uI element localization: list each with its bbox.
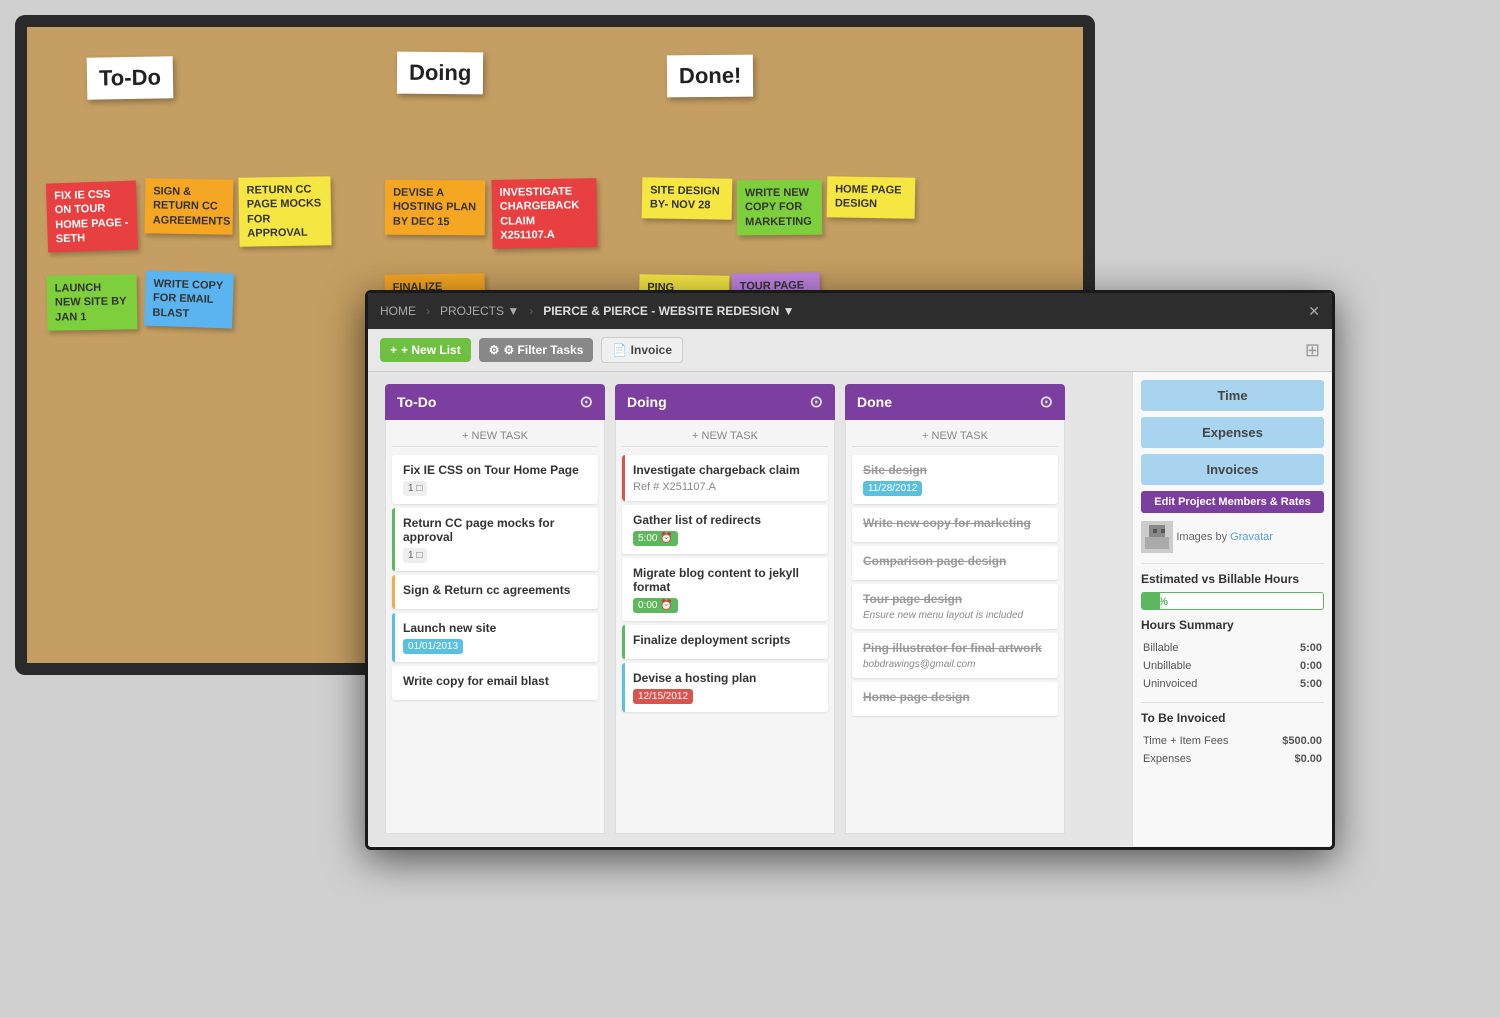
invoices-button[interactable]: Invoices bbox=[1141, 454, 1324, 485]
col-body-doing: + NEW TASK Investigate chargeback claim … bbox=[615, 420, 835, 834]
invoice-title: To Be Invoiced bbox=[1141, 711, 1324, 725]
new-task-todo[interactable]: + NEW TASK bbox=[392, 426, 598, 447]
kanban-col-todo: To-Do ⊙ + NEW TASK Fix IE CSS on Tour Ho… bbox=[385, 384, 605, 834]
nav-home[interactable]: HOME bbox=[380, 304, 416, 318]
estimated-label: Estimated vs Billable Hours bbox=[1141, 572, 1324, 586]
task-card[interactable]: Write new copy for marketing bbox=[852, 508, 1058, 542]
task-card[interactable]: Devise a hosting plan 12/15/2012 bbox=[622, 663, 828, 712]
count-badge: 1 □ bbox=[403, 548, 427, 563]
table-row: Billable 5:00 bbox=[1143, 640, 1322, 656]
invoice-icon: 📄 bbox=[612, 343, 627, 357]
gravatar-link[interactable]: Gravatar bbox=[1230, 531, 1273, 543]
date-badge: 11/28/2012 bbox=[863, 481, 922, 496]
task-card[interactable]: Site design 11/28/2012 bbox=[852, 455, 1058, 504]
col-body-todo: + NEW TASK Fix IE CSS on Tour Home Page … bbox=[385, 420, 605, 834]
time-badge: 5:00 ⏰ bbox=[633, 531, 678, 546]
avatar bbox=[1141, 521, 1173, 553]
kanban-area: To-Do ⊙ + NEW TASK Fix IE CSS on Tour Ho… bbox=[368, 372, 1132, 846]
nav-projects[interactable]: PROJECTS ▼ bbox=[440, 304, 519, 318]
col-menu-todo[interactable]: ⊙ bbox=[580, 392, 593, 412]
task-card[interactable]: Tour page design Ensure new menu layout … bbox=[852, 584, 1058, 629]
grid-view-icon[interactable]: ⊞ bbox=[1305, 340, 1320, 361]
app-toolbar: + + New List ⚙ ⚙ Filter Tasks 📄 Invoice … bbox=[368, 329, 1332, 372]
progress-label: 10% bbox=[1146, 593, 1168, 610]
col-title-doing: Doing bbox=[627, 394, 667, 410]
right-sidebar: Time Expenses Invoices Edit Project Memb… bbox=[1132, 372, 1332, 846]
time-button[interactable]: Time bbox=[1141, 380, 1324, 411]
col-menu-done[interactable]: ⊙ bbox=[1040, 392, 1053, 412]
edit-members-button[interactable]: Edit Project Members & Rates bbox=[1141, 491, 1324, 513]
plus-icon: + bbox=[390, 343, 397, 357]
date-badge: 12/15/2012 bbox=[633, 689, 693, 704]
task-card[interactable]: Gather list of redirects 5:00 ⏰ bbox=[622, 505, 828, 554]
col-header-done: Done ⊙ bbox=[845, 384, 1065, 420]
task-card[interactable]: Investigate chargeback claim Ref # X2511… bbox=[622, 455, 828, 501]
hours-table: Billable 5:00 Unbillable 0:00 Uninvoiced… bbox=[1141, 638, 1324, 694]
sticky-note: Devise A Hosting Plan By Dec 15 bbox=[385, 180, 485, 236]
table-row: Expenses $0.00 bbox=[1143, 751, 1322, 767]
col-body-done: + NEW TASK Site design 11/28/2012 Write … bbox=[845, 420, 1065, 834]
invoice-button[interactable]: 📄 Invoice bbox=[601, 337, 683, 363]
col-header-doing: Doing ⊙ bbox=[615, 384, 835, 420]
corkboard-doing-label: Doing bbox=[397, 52, 484, 95]
avatar-section: Images by Gravatar bbox=[1141, 521, 1324, 553]
sticky-note: Home Page Design bbox=[827, 176, 916, 218]
gravatar-text: Images by bbox=[1176, 531, 1230, 543]
table-row: Unbillable 0:00 bbox=[1143, 658, 1322, 674]
task-card[interactable]: Launch new site 01/01/2013 bbox=[392, 613, 598, 662]
task-card[interactable]: Write copy for email blast bbox=[392, 666, 598, 700]
table-row: Uninvoiced 5:00 bbox=[1143, 676, 1322, 692]
sticky-note: Write New Copy For Marketing bbox=[737, 180, 822, 236]
app-nav: HOME › PROJECTS ▼ › PIERCE & PIERCE - WE… bbox=[368, 293, 1332, 329]
corkboard-done-label: Done! bbox=[667, 55, 754, 98]
invoice-section: To Be Invoiced Time + Item Fees $500.00 … bbox=[1141, 702, 1324, 769]
kanban-col-doing: Doing ⊙ + NEW TASK Investigate chargebac… bbox=[615, 384, 835, 834]
task-card[interactable]: Sign & Return cc agreements bbox=[392, 575, 598, 609]
new-task-doing[interactable]: + NEW TASK bbox=[622, 426, 828, 447]
kanban-col-done: Done ⊙ + NEW TASK Site design 11/28/2012… bbox=[845, 384, 1065, 834]
task-card[interactable]: Return CC page mocks for approval 1 □ bbox=[392, 508, 598, 571]
invoice-table: Time + Item Fees $500.00 Expenses $0.00 bbox=[1141, 731, 1324, 769]
sticky-note: Site Design By- Nov 28 bbox=[642, 177, 733, 219]
sticky-note: Return CC Page Mocks For Approval bbox=[238, 176, 331, 247]
task-card[interactable]: Fix IE CSS on Tour Home Page 1 □ bbox=[392, 455, 598, 504]
task-card[interactable]: Finalize deployment scripts bbox=[622, 625, 828, 659]
corkboard-todo-label: To-Do bbox=[87, 56, 174, 99]
expenses-button[interactable]: Expenses bbox=[1141, 417, 1324, 448]
progress-bar: 10% bbox=[1141, 592, 1324, 610]
filter-tasks-button[interactable]: ⚙ ⚙ Filter Tasks bbox=[479, 338, 594, 362]
app-window: HOME › PROJECTS ▼ › PIERCE & PIERCE - WE… bbox=[365, 290, 1335, 850]
new-task-done[interactable]: + NEW TASK bbox=[852, 426, 1058, 447]
col-header-todo: To-Do ⊙ bbox=[385, 384, 605, 420]
app-body: To-Do ⊙ + NEW TASK Fix IE CSS on Tour Ho… bbox=[368, 372, 1332, 846]
col-title-done: Done bbox=[857, 394, 892, 410]
close-button[interactable]: ✕ bbox=[1308, 303, 1320, 320]
col-menu-doing[interactable]: ⊙ bbox=[810, 392, 823, 412]
sticky-note: Investigate Chargeback Claim X251107.A bbox=[491, 178, 597, 249]
gear-icon: ⚙ bbox=[489, 343, 500, 357]
sticky-note: Launch New Site By Jan 1 bbox=[47, 274, 138, 330]
sticky-note: Sign & Return CC Agreements bbox=[145, 178, 234, 234]
task-card[interactable]: Migrate blog content to jekyll format 0:… bbox=[622, 558, 828, 621]
attach-badge: 1 □ bbox=[403, 481, 427, 496]
hours-summary-title: Hours Summary bbox=[1141, 618, 1324, 632]
hours-section: Estimated vs Billable Hours 10% Hours Su… bbox=[1141, 563, 1324, 694]
sticky-note: Fix IE CSS On Tour Home Page -Seth bbox=[46, 180, 138, 252]
task-card[interactable]: Ping illustrator for final artwork bobdr… bbox=[852, 633, 1058, 678]
col-title-todo: To-Do bbox=[397, 394, 436, 410]
task-card[interactable]: Comparison page design bbox=[852, 546, 1058, 580]
time-badge: 0:00 ⏰ bbox=[633, 598, 678, 613]
sticky-note: Write Copy For Email Blast bbox=[144, 270, 234, 328]
table-row: Time + Item Fees $500.00 bbox=[1143, 733, 1322, 749]
new-list-button[interactable]: + + New List bbox=[380, 338, 471, 362]
nav-project-name[interactable]: PIERCE & PIERCE - WEBSITE REDESIGN ▼ bbox=[543, 304, 794, 318]
task-card[interactable]: Home page design bbox=[852, 682, 1058, 716]
date-badge: 01/01/2013 bbox=[403, 639, 463, 654]
